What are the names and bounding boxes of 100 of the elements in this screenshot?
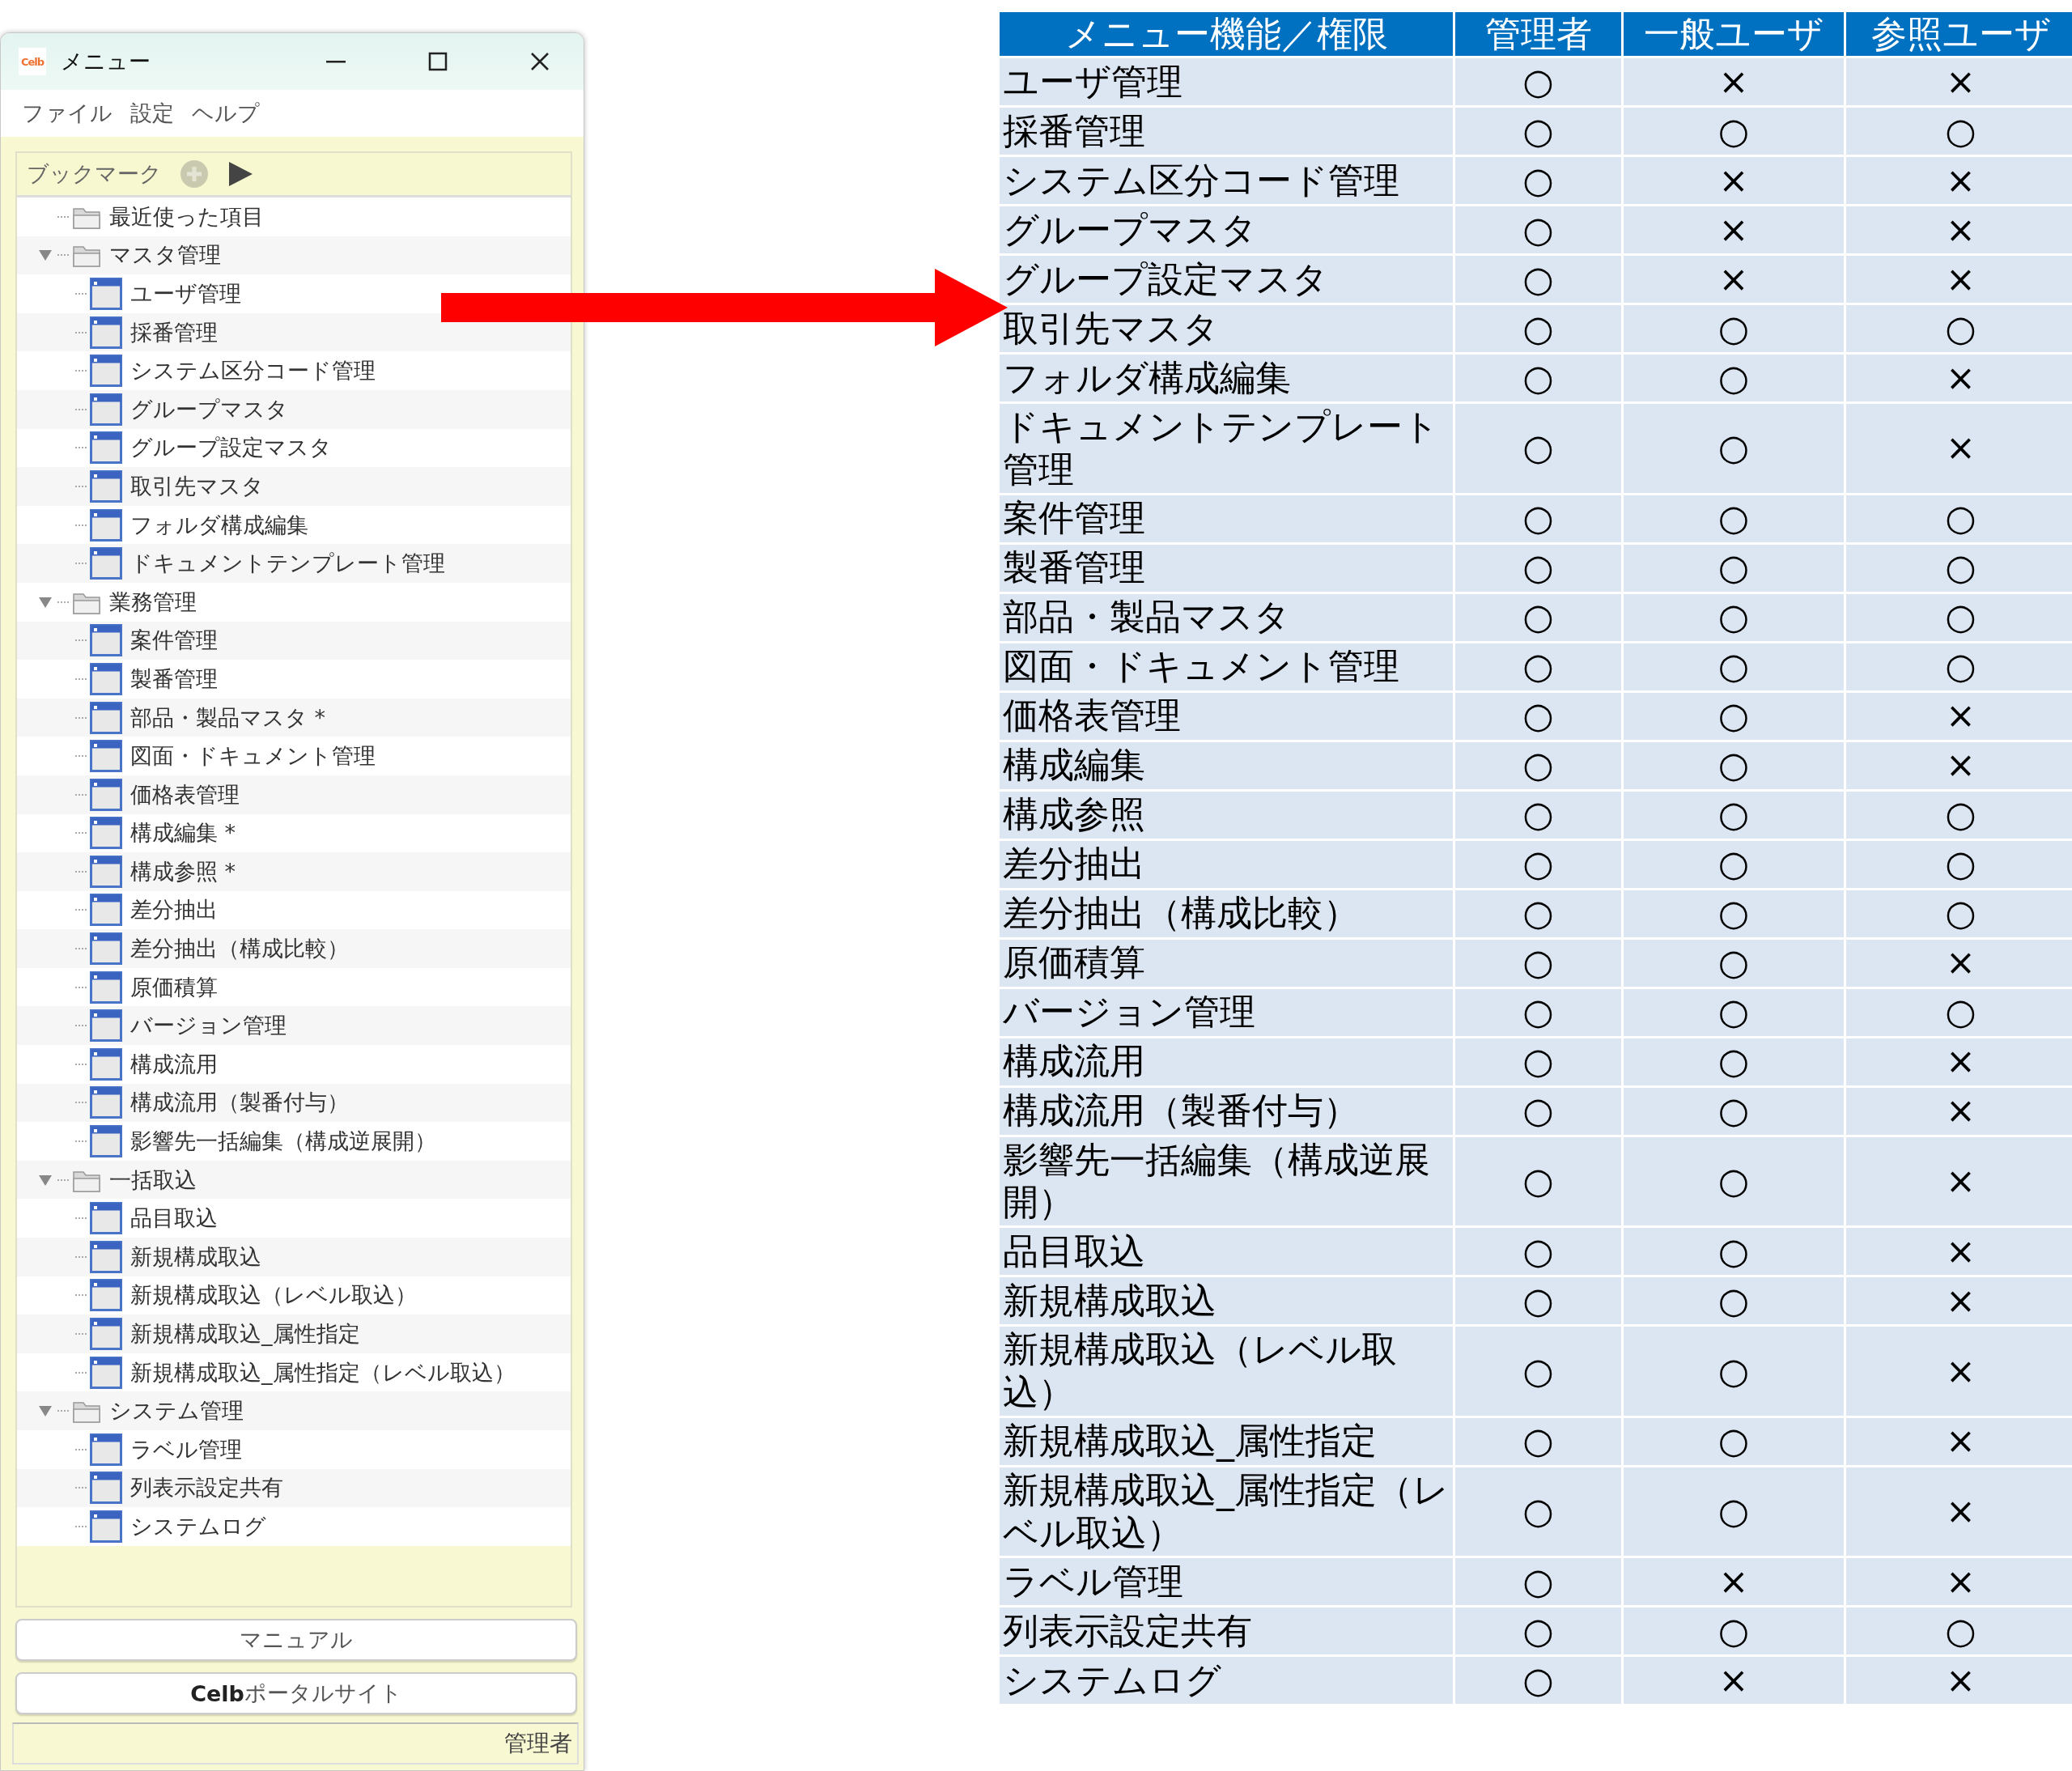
tree-item[interactable]: 新規構成取込_属性指定（レベル取込） [90, 1356, 516, 1389]
window-icon [90, 1510, 122, 1543]
table-cell: グループ設定マスタ [1000, 256, 1453, 303]
table-cell: ラベル管理 [1000, 1558, 1453, 1606]
table-cell: × [1846, 939, 2072, 987]
tree-item[interactable]: ユーザ管理 [90, 278, 241, 310]
table-cell: × [1846, 1558, 2072, 1606]
tree-item[interactable]: 影響先一括編集（構成逆展開） [90, 1125, 436, 1158]
table-cell: ○ [1455, 1657, 1621, 1705]
table-cell: 差分抽出 [1000, 840, 1453, 888]
table-cell: ○ [1624, 1277, 1844, 1325]
window-icon [90, 431, 122, 465]
window-icon [90, 740, 122, 773]
table-cell: 価格表管理 [1000, 692, 1453, 740]
table-cell: ○ [1846, 108, 2072, 155]
table-cell: ○ [1455, 206, 1621, 253]
column-header: メニュー機能／権限 [1000, 12, 1453, 56]
table-cell: ○ [1455, 791, 1621, 839]
link-button[interactable]: マニュアル [15, 1619, 577, 1661]
table-cell: × [1846, 256, 2072, 303]
window-icon [90, 778, 122, 811]
table-cell: 採番管理 [1000, 108, 1453, 155]
table-cell: × [1624, 1558, 1844, 1606]
menu-item[interactable]: 設定 [130, 99, 174, 128]
table-cell: ○ [1624, 1417, 1844, 1465]
table-cell: 部品・製品マスタ [1000, 593, 1453, 641]
tree-item[interactable]: 構成流用 [90, 1047, 218, 1081]
table-cell: ○ [1455, 1607, 1621, 1655]
column-header: 参照ユーザ [1846, 12, 2072, 56]
table-cell: ○ [1455, 1038, 1621, 1085]
table-cell: 構成流用 [1000, 1038, 1453, 1085]
play-icon[interactable] [227, 160, 254, 188]
table-cell: ○ [1846, 890, 2072, 937]
table-cell: ○ [1455, 1136, 1621, 1226]
tree-item[interactable]: 品目取込 [90, 1202, 218, 1235]
table-cell: × [1846, 1277, 2072, 1325]
table-cell: × [1846, 1038, 2072, 1085]
table-cell: ○ [1455, 988, 1621, 1036]
window-icon [90, 1086, 122, 1119]
window-icon [90, 1472, 122, 1505]
status-bar: 管理者 [12, 1722, 579, 1765]
table-cell: ○ [1455, 305, 1621, 352]
window-icon [90, 1318, 122, 1350]
window-icon [90, 469, 122, 503]
tree-item[interactable]: 図面・ドキュメント管理 [90, 740, 376, 773]
tree-item[interactable]: 構成編集 * [90, 817, 236, 850]
table-cell: ○ [1455, 890, 1621, 937]
tree-item[interactable]: グループ設定マスタ [90, 431, 332, 465]
table-cell: ○ [1846, 643, 2072, 690]
tree-item[interactable]: ラベル管理 [90, 1433, 242, 1466]
table-cell: ○ [1455, 692, 1621, 740]
tree-item[interactable]: 業務管理 [72, 587, 197, 617]
window-icon [90, 855, 122, 888]
window-icon [90, 1279, 122, 1312]
tree-item[interactable]: 一括取込 [72, 1165, 197, 1195]
tree-item[interactable]: 製番管理 [90, 662, 218, 695]
table-cell: 差分抽出（構成比較） [1000, 890, 1453, 937]
menu-item[interactable]: ファイル [22, 99, 113, 128]
table-cell: ○ [1624, 791, 1844, 839]
window-icon [90, 355, 122, 388]
table-cell: ○ [1455, 939, 1621, 987]
table-cell: ○ [1846, 544, 2072, 592]
table-cell: ○ [1624, 305, 1844, 352]
table-cell: × [1846, 58, 2072, 105]
table-cell: × [1846, 741, 2072, 789]
table-cell: 原価積算 [1000, 939, 1453, 987]
table-cell: × [1624, 157, 1844, 204]
table-cell: × [1846, 157, 2072, 204]
table-cell: × [1846, 692, 2072, 740]
tree-item[interactable]: 新規構成取込（レベル取込） [90, 1279, 417, 1312]
tree-item[interactable]: 原価積算 [90, 970, 218, 1004]
window-icon [90, 508, 122, 541]
table-cell: ○ [1455, 1087, 1621, 1135]
table-cell: ○ [1455, 1467, 1621, 1557]
table-cell: システム区分コード管理 [1000, 157, 1453, 204]
close-icon[interactable] [529, 51, 550, 72]
table-cell: ○ [1624, 404, 1844, 493]
table-cell: 構成参照 [1000, 791, 1453, 839]
tree-item[interactable]: 案件管理 [90, 624, 218, 657]
table-cell: システムログ [1000, 1657, 1453, 1705]
tree-item[interactable]: フォルダ構成編集 [90, 508, 308, 541]
table-cell: 構成流用（製番付与） [1000, 1087, 1453, 1135]
table-cell: ○ [1846, 1607, 2072, 1655]
table-cell: ○ [1624, 1228, 1844, 1276]
menu-item[interactable]: ヘルプ [192, 99, 260, 128]
table-cell: ○ [1624, 643, 1844, 690]
table-cell: ○ [1846, 988, 2072, 1036]
tree-item[interactable]: 採番管理 [90, 316, 218, 349]
table-cell: ○ [1455, 1228, 1621, 1276]
table-cell: 新規構成取込_属性指定（レベル取込） [1000, 1467, 1453, 1557]
tree-item[interactable]: 最近使った項目 [72, 202, 264, 231]
table-cell: ○ [1624, 741, 1844, 789]
table-cell: 新規構成取込_属性指定 [1000, 1417, 1453, 1465]
tree-item[interactable]: システム区分コード管理 [90, 355, 376, 388]
tree-item[interactable]: システムログ [90, 1510, 266, 1543]
table-cell: ○ [1455, 256, 1621, 303]
tree-item[interactable]: 差分抽出 [90, 894, 218, 927]
window-icon [90, 624, 122, 657]
maximize-icon[interactable] [427, 51, 448, 72]
link-button[interactable]: Celbポータルサイト [15, 1672, 577, 1714]
